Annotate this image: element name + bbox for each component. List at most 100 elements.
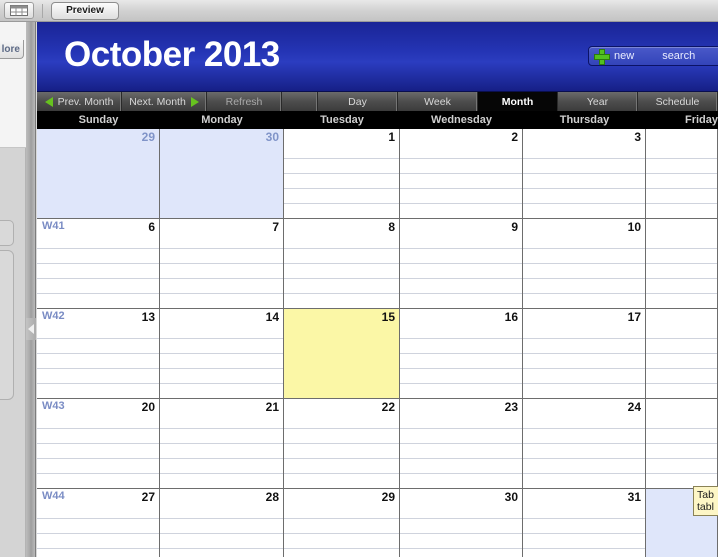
day-cell[interactable]: 14 [160,309,284,398]
week-number-label: W44 [42,490,65,502]
calendar-navbar: Prev. Month Next. Month Refresh Day Week M… [37,92,718,112]
cell-rule-lines [37,414,159,488]
day-cell[interactable]: 29 [284,489,400,557]
day-number-label: 21 [265,400,279,414]
day-number-label: 1 [388,130,395,144]
navbar-spacer [282,92,318,111]
cell-rule-lines [400,324,522,398]
triangle-right-icon [190,96,199,107]
day-cell[interactable]: 3 [523,129,646,218]
day-cell[interactable]: 21 [160,399,284,488]
day-number-label: 2 [511,130,518,144]
day-cell[interactable]: 17 [523,309,646,398]
day-cell[interactable] [646,129,718,218]
week-row: 29 30 1 2 3 [37,129,718,219]
cell-rule-lines [523,414,645,488]
cell-rule-lines [400,144,522,218]
cell-rule-lines [523,324,645,398]
day-number-label: 13 [141,310,155,324]
day-cell[interactable]: 29 [37,129,160,218]
day-number-label: 6 [148,220,155,234]
prev-month-button[interactable]: Prev. Month [37,92,122,111]
day-header-sunday: Sunday [78,114,119,126]
day-header-thursday: Thursday [559,114,610,126]
day-cell[interactable]: 31 [523,489,646,557]
cell-rule-lines [37,324,159,398]
day-cell[interactable]: W43 20 [37,399,160,488]
day-cell[interactable]: W41 6 [37,219,160,308]
day-cell[interactable]: 24 [523,399,646,488]
sidebar-panel-upper[interactable] [0,220,14,246]
cell-rule-lines [284,504,399,557]
triangle-left-icon [44,96,53,107]
refresh-button[interactable]: Refresh [207,92,282,111]
day-cell[interactable]: 16 [400,309,523,398]
left-sidebar: lore [0,22,26,557]
tab-day[interactable]: Day [318,92,398,111]
day-cell[interactable]: 8 [284,219,400,308]
sidebar-more-button[interactable]: lore [0,40,24,59]
day-number-label: 16 [504,310,518,324]
cell-rule-lines [523,504,645,557]
preview-button[interactable]: Preview [51,1,119,20]
day-cell[interactable]: 10 [523,219,646,308]
day-cell[interactable]: 30 [160,129,284,218]
splitter-collapse-handle[interactable] [26,318,36,340]
tab-week[interactable]: Week [398,92,478,111]
day-cell[interactable]: 30 [400,489,523,557]
day-header-monday: Monday [201,114,243,126]
cell-rule-lines [284,144,399,218]
cell-rule-lines [284,414,399,488]
day-cell[interactable]: 15 [284,309,400,398]
week-row: W43 20 21 22 23 24 [37,399,718,489]
table-grid-button[interactable] [4,2,34,19]
cell-rule-lines [400,504,522,557]
day-number-label: 24 [627,400,641,414]
new-event-button[interactable]: new [614,50,634,62]
tab-schedule[interactable]: Schedule [638,92,718,111]
day-number-label: 15 [381,310,395,324]
cell-rule-lines [646,414,717,488]
day-cell[interactable]: 9 [400,219,523,308]
cell-rule-lines [523,144,645,218]
day-cell[interactable]: W44 27 [37,489,160,557]
week-row: W42 13 14 15 16 17 [37,309,718,399]
tooltip: Tab tabl [693,486,718,516]
tooltip-line-1: Tab [697,489,714,501]
next-month-button[interactable]: Next. Month [122,92,207,111]
day-cell[interactable]: 7 [160,219,284,308]
sidebar-panel-lower[interactable] [0,250,14,400]
day-header-wednesday: Wednesday [431,114,492,126]
cell-rule-lines [160,504,283,557]
calendar-view: October 2013 new search Prev. Month Next… [37,22,718,557]
cell-rule-lines [646,234,717,308]
day-number-label: 10 [627,220,641,234]
day-cell[interactable]: 22 [284,399,400,488]
day-cell[interactable] [646,309,718,398]
cell-rule-lines [284,234,399,308]
day-number-label: 23 [504,400,518,414]
cell-rule-lines [160,324,283,398]
day-cell[interactable]: 1 [284,129,400,218]
week-number-label: W42 [42,310,65,322]
day-cell[interactable] [646,399,718,488]
day-name-header-row: Sunday Monday Tuesday Wednesday Thursday Frid… [37,112,718,129]
month-grid: 29 30 1 2 3 W41 6 7 8 9 10 W42 13 14 15 16 17 W43 20 21 22 23… [37,129,718,557]
tab-month[interactable]: Month [478,92,558,111]
search-button[interactable]: search [662,50,695,62]
day-cell[interactable]: 23 [400,399,523,488]
day-number-label: 14 [265,310,279,324]
panel-splitter[interactable] [26,22,36,557]
tab-year[interactable]: Year [558,92,638,111]
day-cell[interactable]: 28 [160,489,284,557]
day-number-label: 27 [141,490,155,504]
day-number-label: 3 [634,130,641,144]
week-row: W44 27 28 29 30 31 [37,489,718,557]
day-cell[interactable]: 2 [400,129,523,218]
calendar-title: October 2013 [64,35,280,74]
day-header-friday: Friday [684,114,718,126]
day-cell[interactable]: W42 13 [37,309,160,398]
day-number-label: 29 [141,130,155,144]
week-row: W41 6 7 8 9 10 [37,219,718,309]
day-cell[interactable] [646,219,718,308]
